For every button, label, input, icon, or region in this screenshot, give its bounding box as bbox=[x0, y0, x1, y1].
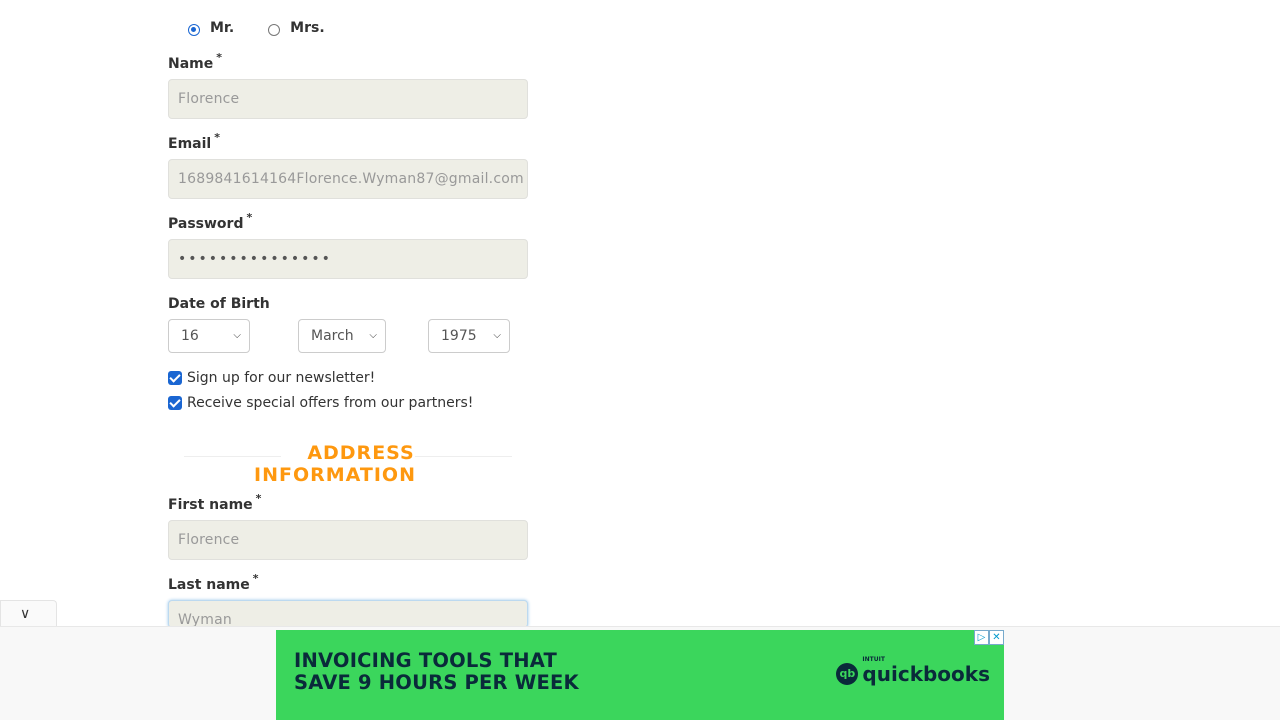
last-name-field[interactable]: Wyman bbox=[168, 600, 528, 628]
chevron-down-icon: ⌵ bbox=[493, 330, 501, 341]
dob-day-value: 16 bbox=[181, 328, 199, 344]
ad-headline-line2: SAVE 9 HOURS PER WEEK bbox=[294, 671, 579, 694]
dob-month-value: March bbox=[311, 328, 354, 344]
radio-button[interactable] bbox=[268, 24, 281, 36]
address-section-title-text: ADDRESS INFORMATION bbox=[254, 442, 442, 486]
email-label-text: Email bbox=[168, 136, 212, 152]
name-label: Name * bbox=[168, 51, 222, 72]
newsletter-checkbox[interactable] bbox=[168, 371, 182, 385]
title-mr-radio[interactable]: Mr. bbox=[188, 20, 234, 36]
title-mrs-radio[interactable]: Mrs. bbox=[268, 20, 325, 36]
dob-label: Date of Birth bbox=[168, 296, 270, 312]
ad-brand-small: INTUIT bbox=[862, 656, 885, 663]
offers-option: Receive special offers from our partners… bbox=[168, 395, 473, 411]
password-label-text: Password bbox=[168, 216, 244, 232]
password-label: Password * bbox=[168, 211, 252, 232]
first-name-label-text: First name bbox=[168, 497, 253, 513]
chevron-down-icon: ∨ bbox=[20, 606, 31, 622]
required-mark: * bbox=[252, 572, 259, 585]
chevron-down-icon: ⌵ bbox=[233, 330, 241, 341]
title-mr-label: Mr. bbox=[210, 20, 235, 36]
last-name-label-text: Last name bbox=[168, 577, 250, 593]
dob-day-select[interactable]: 16 ⌵ bbox=[168, 319, 250, 353]
first-name-field[interactable]: Florence bbox=[168, 520, 528, 560]
name-label-text: Name bbox=[168, 56, 214, 72]
email-label: Email * bbox=[168, 131, 220, 152]
email-field[interactable]: 1689841614164Florence.Wyman87@gmail.com bbox=[168, 159, 528, 199]
dob-month-select[interactable]: March ⌵ bbox=[298, 319, 386, 353]
newsletter-label: Sign up for our newsletter! bbox=[187, 370, 376, 386]
ad-collapse-button[interactable]: ∨ bbox=[0, 600, 57, 626]
required-mark: * bbox=[255, 492, 262, 505]
title-mrs-label: Mrs. bbox=[290, 20, 325, 36]
password-field[interactable]: ••••••••••••••• bbox=[168, 239, 528, 279]
ad-headline-line1: INVOICING TOOLS THAT bbox=[294, 649, 558, 672]
dob-year-select[interactable]: 1975 ⌵ bbox=[428, 319, 510, 353]
adchoices-icon[interactable]: ▷ bbox=[974, 630, 989, 645]
newsletter-option: Sign up for our newsletter! bbox=[168, 370, 375, 386]
ad-brand-name: quickbooks bbox=[862, 662, 990, 686]
chevron-down-icon: ⌵ bbox=[369, 330, 377, 341]
required-mark: * bbox=[214, 131, 220, 144]
dob-year-value: 1975 bbox=[441, 328, 477, 344]
ad-headline: INVOICING TOOLS THAT SAVE 9 HOURS PER WE… bbox=[294, 650, 579, 694]
offers-label: Receive special offers from our partners… bbox=[187, 395, 474, 411]
radio-button-checked[interactable] bbox=[188, 24, 200, 36]
offers-checkbox[interactable] bbox=[168, 396, 182, 410]
quickbooks-icon: qb bbox=[836, 663, 859, 685]
title-radio-group: Mr. Mrs. bbox=[188, 20, 359, 36]
quickbooks-logo: qb INTUIT quickbooks bbox=[836, 656, 990, 686]
ad-controls: ▷ ✕ bbox=[974, 630, 1004, 645]
required-mark: * bbox=[246, 211, 253, 224]
ad-banner[interactable]: INVOICING TOOLS THAT SAVE 9 HOURS PER WE… bbox=[276, 630, 1004, 720]
first-name-label: First name * bbox=[168, 492, 261, 513]
close-icon[interactable]: ✕ bbox=[989, 630, 1004, 645]
last-name-label: Last name * bbox=[168, 572, 259, 593]
address-section-title: ADDRESS INFORMATION bbox=[184, 442, 512, 486]
required-mark: * bbox=[216, 51, 223, 64]
name-field[interactable]: Florence bbox=[168, 79, 528, 119]
